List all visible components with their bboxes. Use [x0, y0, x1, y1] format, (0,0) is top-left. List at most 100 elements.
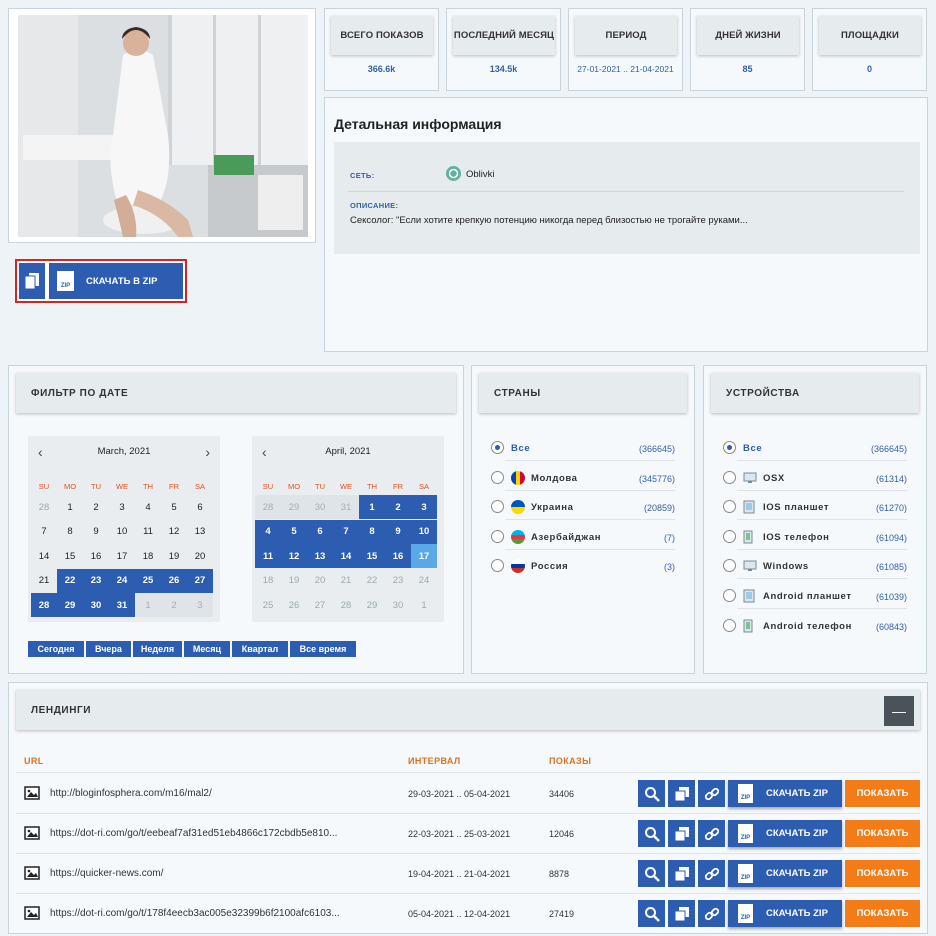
devices-radio[interactable] [723, 618, 736, 632]
calendar-day[interactable]: 19 [281, 569, 307, 593]
quick-yesterday-button[interactable]: Вчера [86, 641, 131, 657]
copy-button[interactable] [668, 860, 695, 887]
countries-radio[interactable] [491, 441, 504, 454]
devices-radio[interactable] [723, 441, 736, 454]
calendar-day[interactable]: 22 [359, 569, 385, 593]
calendar-day[interactable]: 1 [57, 495, 83, 519]
search-button[interactable] [638, 900, 665, 927]
collapse-button[interactable]: — [884, 696, 914, 726]
calendar-day[interactable]: 15 [359, 544, 385, 568]
devices-radio[interactable] [723, 470, 736, 484]
link-button[interactable] [698, 820, 725, 847]
calendar-next-button[interactable]: › [205, 436, 210, 468]
calendar-day[interactable]: 13 [187, 520, 213, 544]
calendar-day[interactable]: 9 [83, 520, 109, 544]
calendar-day[interactable]: 23 [83, 568, 109, 593]
calendar-day[interactable]: 1 [135, 593, 161, 617]
calendar-day[interactable]: 6 [187, 495, 213, 519]
calendar-day[interactable]: 9 [385, 519, 411, 544]
calendar-day[interactable]: 3 [411, 495, 437, 519]
calendar-day[interactable]: 1 [359, 495, 385, 519]
calendar-day[interactable]: 12 [281, 544, 307, 568]
calendar-day[interactable]: 18 [135, 544, 161, 568]
calendar-day[interactable]: 12 [161, 520, 187, 544]
show-button[interactable]: ПОКАЗАТЬ [845, 860, 920, 887]
search-button[interactable] [638, 820, 665, 847]
quick-month-button[interactable]: Месяц [184, 641, 230, 657]
calendar-day[interactable]: 10 [109, 520, 135, 544]
countries-radio[interactable] [491, 470, 504, 484]
devices-radio[interactable] [723, 529, 736, 543]
link-button[interactable] [698, 900, 725, 927]
quick-all-time-button[interactable]: Все время [290, 641, 356, 657]
calendar-day[interactable]: 31 [333, 495, 359, 519]
calendar-day[interactable]: 10 [411, 519, 437, 544]
calendar-day[interactable]: 28 [31, 495, 57, 519]
calendar-day[interactable]: 8 [57, 520, 83, 544]
calendar-day[interactable]: 29 [359, 593, 385, 617]
calendar-day[interactable]: 3 [109, 495, 135, 519]
quick-today-button[interactable]: Сегодня [28, 641, 84, 657]
calendar-day[interactable]: 5 [281, 519, 307, 544]
calendar-day[interactable]: 14 [333, 544, 359, 568]
show-button[interactable]: ПОКАЗАТЬ [845, 900, 920, 927]
calendar-day[interactable]: 16 [385, 544, 411, 568]
calendar-day[interactable]: 21 [31, 569, 57, 593]
calendar-day[interactable]: 3 [187, 593, 213, 617]
calendar-day[interactable]: 17 [411, 544, 437, 568]
calendar-day[interactable]: 20 [307, 569, 333, 593]
calendar-day[interactable]: 26 [161, 568, 187, 593]
calendar-day[interactable]: 28 [333, 593, 359, 617]
copy-button[interactable] [668, 900, 695, 927]
calendar-day[interactable]: 24 [109, 568, 135, 593]
calendar-day[interactable]: 21 [333, 569, 359, 593]
calendar-day[interactable]: 18 [255, 569, 281, 593]
landing-url[interactable]: http://bloginfosphera.com/m16/mal2/ [50, 788, 212, 799]
calendar-day[interactable]: 28 [31, 593, 57, 617]
calendar-day[interactable]: 11 [255, 544, 281, 568]
calendar-day[interactable]: 30 [83, 593, 109, 617]
calendar-day[interactable]: 29 [281, 495, 307, 519]
quick-quarter-button[interactable]: Квартал [232, 641, 288, 657]
copy-button[interactable] [668, 780, 695, 807]
calendar-day[interactable]: 8 [359, 519, 385, 544]
calendar-prev-button[interactable]: ‹ [38, 436, 43, 468]
calendar-day[interactable]: 5 [161, 495, 187, 519]
calendar-day[interactable]: 31 [109, 593, 135, 617]
landing-url[interactable]: https://dot-ri.com/go/t/eebeaf7af31ed51e… [50, 828, 337, 839]
show-button[interactable]: ПОКАЗАТЬ [845, 820, 920, 847]
show-button[interactable]: ПОКАЗАТЬ [845, 780, 920, 807]
calendar-day[interactable]: 29 [57, 593, 83, 617]
calendar-day[interactable]: 27 [187, 568, 213, 593]
calendar-day[interactable]: 15 [57, 544, 83, 568]
calendar-day[interactable]: 30 [307, 495, 333, 519]
link-button[interactable] [698, 860, 725, 887]
calendar-day[interactable]: 11 [135, 520, 161, 544]
calendar-day[interactable]: 16 [83, 544, 109, 568]
download-zip-button[interactable]: ZIP СКАЧАТЬ ZIP [728, 820, 842, 847]
calendar-day[interactable]: 14 [31, 544, 57, 568]
calendar-day[interactable]: 2 [83, 495, 109, 519]
calendar-day[interactable]: 2 [385, 495, 411, 519]
link-button[interactable] [698, 780, 725, 807]
calendar-day[interactable]: 6 [307, 519, 333, 544]
countries-radio[interactable] [491, 529, 504, 543]
landing-url[interactable]: https://quicker-news.com/ [50, 868, 163, 879]
calendar-day[interactable]: 17 [109, 544, 135, 568]
calendar-day[interactable]: 22 [57, 568, 83, 593]
search-button[interactable] [638, 860, 665, 887]
calendar-day[interactable]: 27 [307, 593, 333, 617]
calendar-day[interactable]: 4 [255, 519, 281, 544]
calendar-day[interactable]: 23 [385, 569, 411, 593]
download-zip-button[interactable]: ZIP СКАЧАТЬ ZIP [728, 860, 842, 887]
calendar-day[interactable]: 19 [161, 544, 187, 568]
quick-week-button[interactable]: Неделя [133, 641, 182, 657]
calendar-day[interactable]: 2 [161, 593, 187, 617]
calendar-day[interactable]: 25 [135, 568, 161, 593]
calendar-day[interactable]: 1 [411, 593, 437, 617]
copy-button[interactable] [668, 820, 695, 847]
calendar-day[interactable]: 7 [31, 520, 57, 544]
calendar-day[interactable]: 30 [385, 593, 411, 617]
calendar-day[interactable]: 13 [307, 544, 333, 568]
landing-url[interactable]: https://dot-ri.com/go/t/178f4eecb3ac005e… [50, 908, 340, 919]
